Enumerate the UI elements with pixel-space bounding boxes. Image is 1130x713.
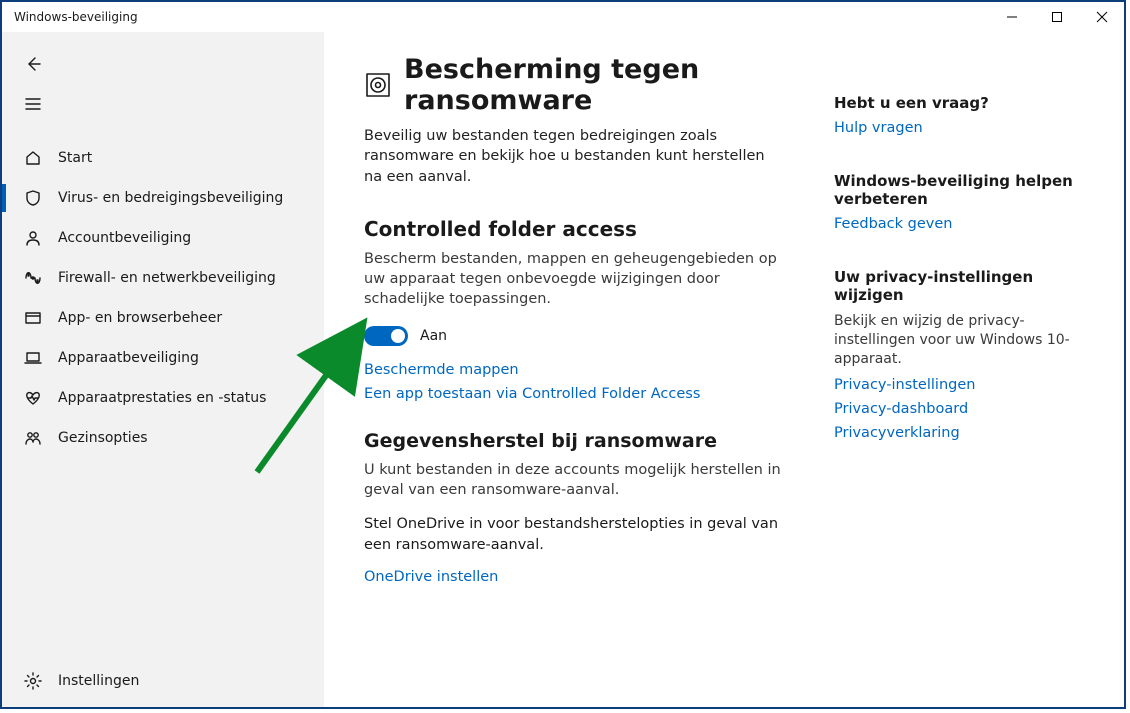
person-icon: [22, 229, 44, 247]
sidebar-item-device-security[interactable]: Apparaatbeveiliging: [2, 338, 324, 378]
link-get-help[interactable]: Hulp vragen: [834, 120, 1074, 136]
link-onedrive-setup[interactable]: OneDrive instellen: [364, 569, 794, 585]
sidebar: Start Virus- en bedreigingsbeveiliging A…: [2, 32, 324, 707]
maximize-button[interactable]: [1034, 2, 1079, 32]
app-window: Windows-beveiliging: [0, 0, 1126, 709]
family-icon: [22, 429, 44, 447]
sidebar-item-label: App- en browserbeheer: [58, 310, 222, 326]
sidebar-item-label: Gezinsopties: [58, 430, 148, 446]
hamburger-button[interactable]: [2, 84, 324, 124]
link-privacy-settings[interactable]: Privacy-instellingen: [834, 377, 1074, 393]
sidebar-item-label: Apparaatbeveiliging: [58, 350, 199, 366]
recovery-description: U kunt bestanden in deze accounts mogeli…: [364, 460, 784, 501]
link-allow-app[interactable]: Een app toestaan via Controlled Folder A…: [364, 386, 794, 402]
cfa-toggle-state: Aan: [420, 328, 447, 344]
sidebar-item-start[interactable]: Start: [2, 138, 324, 178]
onedrive-text: Stel OneDrive in voor bestandsherstelopt…: [364, 514, 784, 555]
cfa-toggle[interactable]: [364, 326, 408, 346]
sidebar-item-account[interactable]: Accountbeveiliging: [2, 218, 324, 258]
aside-question-title: Hebt u een vraag?: [834, 94, 1074, 112]
content-column: Bescherming tegen ransomware Beveilig uw…: [364, 54, 794, 707]
cfa-title: Controlled folder access: [364, 217, 794, 241]
aside-privacy-title: Uw privacy-instellingen wijzigen: [834, 268, 1074, 304]
hamburger-icon: [22, 95, 44, 113]
sidebar-item-label: Apparaatprestaties en -status: [58, 390, 266, 406]
sidebar-item-app-browser[interactable]: App- en browserbeheer: [2, 298, 324, 338]
heart-icon: [22, 389, 44, 407]
page-description: Beveilig uw bestanden tegen bedreigingen…: [364, 126, 784, 187]
aside-improve-title: Windows-beveiliging helpen verbeteren: [834, 172, 1074, 208]
sidebar-item-performance[interactable]: Apparaatprestaties en -status: [2, 378, 324, 418]
sidebar-item-label: Firewall- en netwerkbeveiliging: [58, 270, 276, 286]
titlebar: Windows-beveiliging: [2, 2, 1124, 32]
link-privacy-statement[interactable]: Privacyverklaring: [834, 425, 1074, 441]
link-privacy-dashboard[interactable]: Privacy-dashboard: [834, 401, 1074, 417]
aside-column: Hebt u een vraag? Hulp vragen Windows-be…: [834, 54, 1074, 707]
app-browser-icon: [22, 309, 44, 327]
aside-privacy-desc: Bekijk en wijzig de privacy-instellingen…: [834, 312, 1074, 369]
cfa-description: Bescherm bestanden, mappen en geheugenge…: [364, 249, 784, 310]
back-arrow-icon: [22, 55, 44, 73]
recovery-title: Gegevensherstel bij ransomware: [364, 430, 794, 452]
sidebar-item-virus[interactable]: Virus- en bedreigingsbeveiliging: [2, 178, 324, 218]
link-feedback[interactable]: Feedback geven: [834, 216, 1074, 232]
sidebar-item-label: Accountbeveiliging: [58, 230, 191, 246]
device-security-icon: [22, 349, 44, 367]
sidebar-item-family[interactable]: Gezinsopties: [2, 418, 324, 458]
sidebar-item-label: Instellingen: [58, 673, 139, 689]
gear-icon: [22, 672, 44, 690]
main-area: Bescherming tegen ransomware Beveilig uw…: [324, 32, 1124, 707]
home-icon: [22, 149, 44, 167]
sidebar-item-label: Virus- en bedreigingsbeveiliging: [58, 190, 283, 206]
shield-icon: [22, 189, 44, 207]
minimize-button[interactable]: [989, 2, 1034, 32]
back-button[interactable]: [2, 44, 324, 84]
ransomware-icon: [364, 70, 392, 100]
page-title: Bescherming tegen ransomware: [404, 54, 794, 116]
network-icon: [22, 269, 44, 287]
sidebar-item-settings[interactable]: Instellingen: [2, 661, 324, 701]
sidebar-item-firewall[interactable]: Firewall- en netwerkbeveiliging: [2, 258, 324, 298]
link-protected-folders[interactable]: Beschermde mappen: [364, 362, 794, 378]
window-title: Windows-beveiliging: [14, 10, 138, 24]
close-button[interactable]: [1079, 2, 1124, 32]
sidebar-item-label: Start: [58, 150, 92, 166]
